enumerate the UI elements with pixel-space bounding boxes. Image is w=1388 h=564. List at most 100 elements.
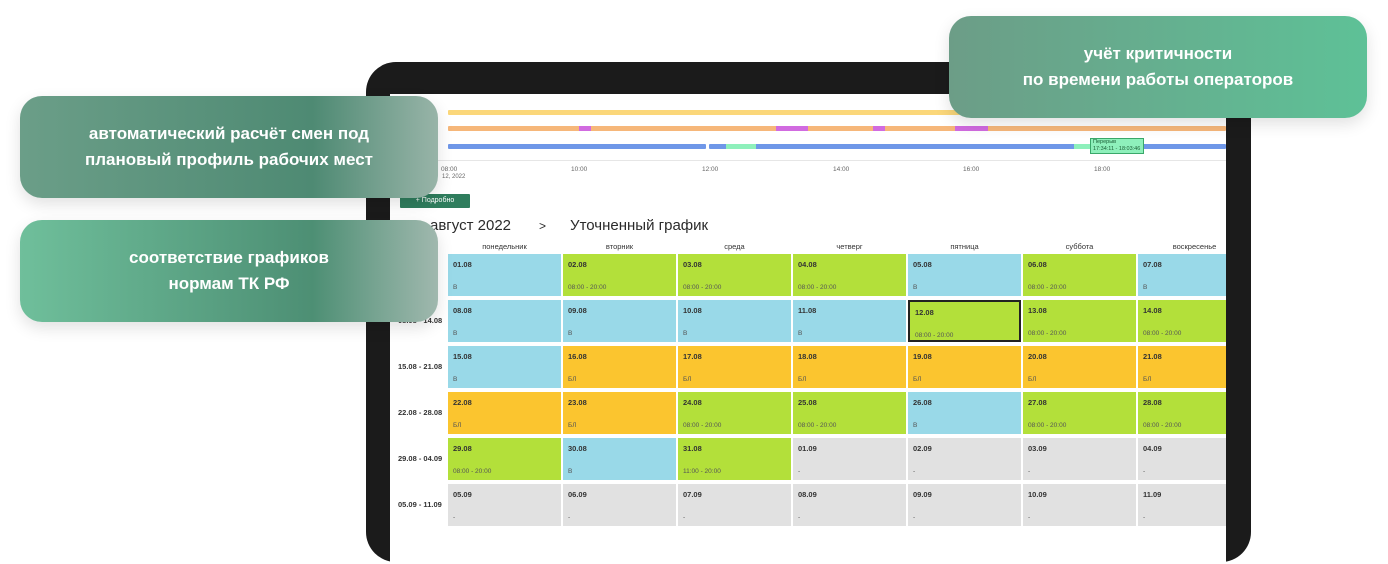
cell-shift: 08:00 - 20:00	[798, 284, 837, 291]
cell-date: 08.08	[453, 306, 472, 315]
calendar-day-cell[interactable]: 03.09 -	[1023, 438, 1136, 480]
calendar-day-cell[interactable]: 07.08 В	[1138, 254, 1226, 296]
calendar-day-cell[interactable]: 19.08 БЛ	[908, 346, 1021, 388]
cell-date: 10.08	[683, 306, 702, 315]
timeline-segment[interactable]	[776, 126, 808, 131]
day-header-monday: понедельник	[482, 242, 527, 251]
calendar-day-cell[interactable]: 29.08 08:00 - 20:00	[448, 438, 561, 480]
week-range-label: 22.08 - 28.08	[398, 408, 443, 417]
cell-shift: -	[1143, 468, 1146, 475]
breadcrumb-month[interactable]: август 2022	[430, 217, 511, 234]
calendar-day-cell[interactable]: 30.08 В	[563, 438, 676, 480]
cell-date: 27.08	[1028, 398, 1047, 407]
calendar-day-cell[interactable]: 09.08 В	[563, 300, 676, 342]
calendar-day-cell[interactable]: 04.09 -	[1138, 438, 1226, 480]
cell-shift: В	[568, 330, 573, 337]
calendar-day-cell[interactable]: 21.08 БЛ	[1138, 346, 1226, 388]
calendar-day-cell[interactable]: 08.09 -	[793, 484, 906, 526]
calendar-day-cell[interactable]: 11.08 В	[793, 300, 906, 342]
timeline-segment[interactable]	[579, 126, 591, 131]
cell-shift: 11:00 - 20:00	[683, 468, 721, 475]
calendar-day-cell[interactable]: 06.09 -	[563, 484, 676, 526]
cell-shift: 08:00 - 20:00	[1143, 330, 1182, 337]
calendar-day-cell[interactable]: 17.08 БЛ	[678, 346, 791, 388]
calendar-day-cell[interactable]: 02.08 08:00 - 20:00	[563, 254, 676, 296]
timeline-track-blue	[709, 144, 1226, 149]
calendar-day-cell[interactable]: 02.09 -	[908, 438, 1021, 480]
calendar-day-cell[interactable]: 15.08 В	[448, 346, 561, 388]
calendar-day-cell[interactable]: 22.08 БЛ	[448, 392, 561, 434]
cell-shift: -	[1028, 514, 1031, 521]
cell-date: 07.09	[683, 490, 702, 499]
calendar-day-cell[interactable]: 23.08 БЛ	[563, 392, 676, 434]
timeline-segment[interactable]	[726, 144, 756, 149]
calendar-day-cell[interactable]: 26.08 В	[908, 392, 1021, 434]
cell-date: 06.08	[1028, 260, 1047, 269]
calendar-day-cell[interactable]: 04.08 08:00 - 20:00	[793, 254, 906, 296]
calendar-day-cell[interactable]: 07.09 -	[678, 484, 791, 526]
cell-date: 10.09	[1028, 490, 1047, 499]
calendar-day-cell[interactable]: 10.09 -	[1023, 484, 1136, 526]
cell-shift: 08:00 - 20:00	[915, 332, 954, 339]
calendar-day-cell[interactable]: 01.09 -	[793, 438, 906, 480]
calendar-day-cell[interactable]: 27.08 08:00 - 20:00	[1023, 392, 1136, 434]
calendar-day-cell[interactable]: 12.08 08:00 - 20:00	[908, 300, 1021, 342]
tooltip-title: Перерыв	[1093, 139, 1117, 145]
cell-shift: 08:00 - 20:00	[1028, 330, 1067, 337]
cell-date: 19.08	[913, 352, 932, 361]
cell-date: 03.08	[683, 260, 702, 269]
calendar-day-cell[interactable]: 03.08 08:00 - 20:00	[678, 254, 791, 296]
calendar-day-cell[interactable]: 09.09 -	[908, 484, 1021, 526]
callout-auto-shift-calc: автоматический расчёт смен под плановый …	[20, 96, 438, 198]
calendar-day-cell[interactable]: 05.09 -	[448, 484, 561, 526]
calendar-day-cell[interactable]: 11.09 -	[1138, 484, 1226, 526]
cell-shift: -	[1143, 514, 1146, 521]
calendar-day-cell[interactable]: 08.08 В	[448, 300, 561, 342]
timeline-tick: 16:00	[963, 166, 980, 173]
cell-shift: -	[453, 514, 456, 521]
calendar-day-cell[interactable]: 25.08 08:00 - 20:00	[793, 392, 906, 434]
cell-date: 08.09	[798, 490, 817, 499]
cell-shift: БЛ	[1143, 376, 1152, 383]
cell-date: 21.08	[1143, 352, 1162, 361]
calendar-day-cell[interactable]: 13.08 08:00 - 20:00	[1023, 300, 1136, 342]
cell-date: 13.08	[1028, 306, 1047, 315]
timeline-date-label: 12, 2022	[442, 174, 466, 180]
day-header-tuesday: вторник	[605, 242, 634, 251]
calendar-day-cell[interactable]: 18.08 БЛ	[793, 346, 906, 388]
calendar-day-cell[interactable]: 14.08 08:00 - 20:00	[1138, 300, 1226, 342]
cell-date: 05.08	[913, 260, 932, 269]
cell-date: 15.08	[453, 352, 472, 361]
calendar-day-cell[interactable]: 24.08 08:00 - 20:00	[678, 392, 791, 434]
timeline-segment[interactable]	[955, 126, 988, 131]
calendar-day-cell[interactable]: 31.08 11:00 - 20:00	[678, 438, 791, 480]
day-header-saturday: суббота	[1065, 242, 1094, 251]
cell-date: 12.08	[915, 308, 934, 317]
cell-shift: -	[798, 468, 801, 475]
calendar-day-cell[interactable]: 10.08 В	[678, 300, 791, 342]
calendar-day-cell[interactable]: 20.08 БЛ	[1023, 346, 1136, 388]
cell-date: 11.08	[798, 306, 817, 315]
cell-date: 23.08	[568, 398, 587, 407]
cell-date: 29.08	[453, 444, 472, 453]
cell-date: 02.08	[568, 260, 587, 269]
cell-shift: -	[798, 514, 801, 521]
timeline-track-orange	[448, 126, 1226, 131]
breadcrumb: август 2022 > Уточненный график	[430, 217, 708, 234]
cell-shift: В	[453, 284, 458, 291]
cell-date: 25.08	[798, 398, 817, 407]
cell-date: 09.09	[913, 490, 932, 499]
calendar-day-cell[interactable]: 01.08 В	[448, 254, 561, 296]
cell-shift: 08:00 - 20:00	[798, 422, 837, 429]
timeline-track-yellow	[448, 110, 968, 115]
timeline-segment[interactable]	[873, 126, 885, 131]
calendar-day-cell[interactable]: 16.08 БЛ	[563, 346, 676, 388]
timeline-axis	[390, 160, 1226, 161]
calendar-day-cell[interactable]: 05.08 В	[908, 254, 1021, 296]
cell-shift: БЛ	[683, 376, 692, 383]
calendar-day-cell[interactable]: 28.08 08:00 - 20:00	[1138, 392, 1226, 434]
cell-date: 02.09	[913, 444, 932, 453]
calendar-day-cell[interactable]: 06.08 08:00 - 20:00	[1023, 254, 1136, 296]
timeline-tick: 14:00	[833, 166, 850, 173]
cell-date: 01.09	[798, 444, 817, 453]
